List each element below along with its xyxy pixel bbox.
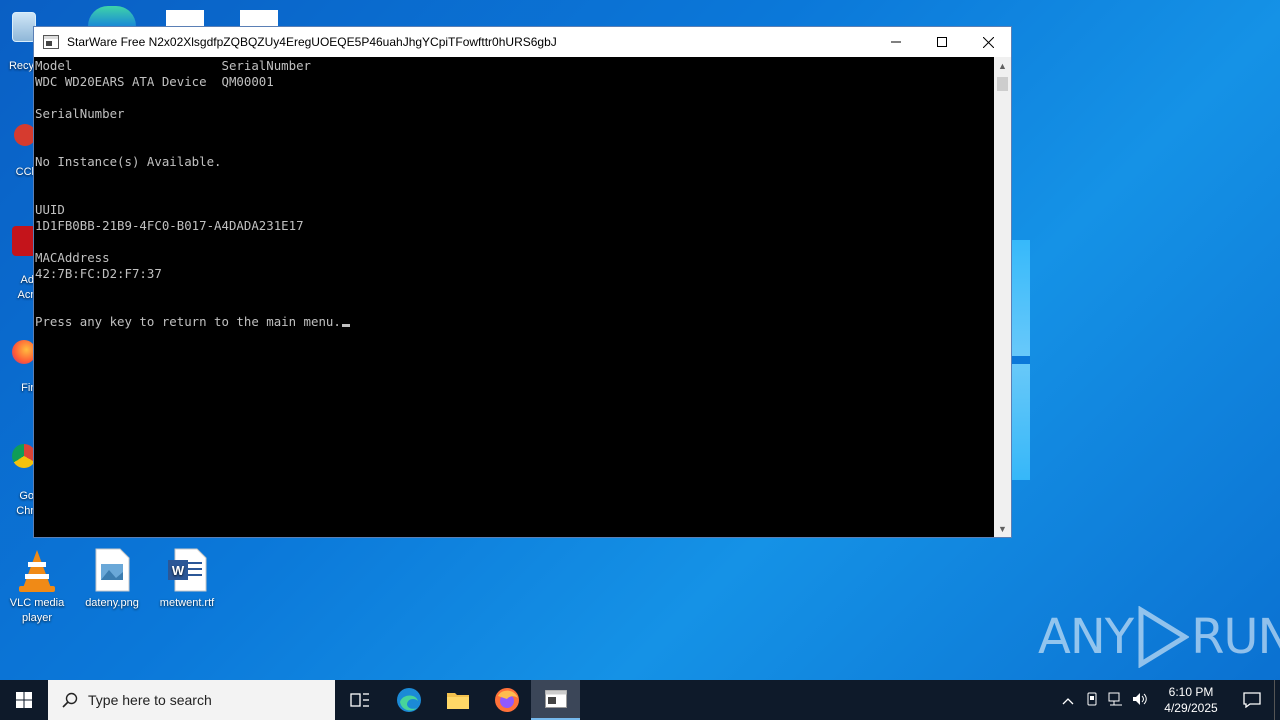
taskbar-edge-button[interactable]: [384, 680, 433, 720]
window-titlebar[interactable]: StarWare Free N2x02XlsgdfpZQBQZUy4EregUO…: [34, 27, 1011, 57]
search-placeholder: Type here to search: [88, 692, 212, 708]
notification-icon: [1243, 692, 1261, 708]
close-icon: [982, 36, 994, 48]
maximize-icon: [937, 37, 947, 47]
desktop-icon-label: VLC media player: [9, 597, 65, 624]
console-line: SerialNumber: [35, 106, 125, 121]
task-view-icon: [349, 693, 369, 707]
console-window[interactable]: StarWare Free N2x02XlsgdfpZQBQZUy4EregUO…: [33, 26, 1012, 538]
text-cursor: [341, 324, 350, 327]
network-icon[interactable]: [1104, 692, 1128, 709]
desktop-icon-label: Acr: [17, 289, 35, 301]
vlc-cone-icon: [15, 548, 59, 592]
system-tray: 6:10 PM 4/29/2025: [1056, 680, 1280, 720]
device-icon[interactable]: [1080, 692, 1104, 709]
scroll-down-arrow-icon[interactable]: ▼: [994, 520, 1011, 537]
console-window-icon: [544, 690, 567, 708]
vertical-scrollbar[interactable]: ▲ ▼: [994, 57, 1011, 537]
windows-logo-icon: [16, 692, 32, 708]
desktop-icon-document-partial[interactable]: [166, 10, 204, 26]
desktop-icon-metwent-rtf[interactable]: W metwent.rtf: [150, 548, 224, 611]
minimize-icon: [891, 41, 901, 43]
desktop-icon-label: CCl: [15, 166, 34, 178]
task-view-button[interactable]: [335, 680, 384, 720]
svg-text:W: W: [172, 563, 185, 578]
volume-icon[interactable]: [1128, 692, 1152, 709]
desktop-icon-edge-partial[interactable]: [88, 6, 136, 26]
start-button[interactable]: [0, 680, 48, 720]
console-output[interactable]: Model SerialNumber WDC WD20EARS ATA Devic…: [34, 57, 994, 537]
console-line: UUID: [35, 202, 65, 217]
console-line: 42:7B:FC:D2:F7:37: [35, 266, 162, 281]
desktop-icon-label: Go: [19, 490, 34, 502]
image-file-icon: [90, 548, 134, 592]
taskbar-search-box[interactable]: Type here to search: [48, 680, 335, 720]
scrollbar-thumb[interactable]: [997, 77, 1008, 91]
desktop-icon-label: Ad: [20, 274, 34, 286]
desktop-icon-ccleaner[interactable]: CCl: [0, 120, 36, 186]
minimize-button[interactable]: [873, 27, 919, 57]
console-line: No Instance(s) Available.: [35, 154, 222, 169]
wallpaper-gap: [1012, 356, 1030, 364]
desktop-icon-document-partial[interactable]: [240, 10, 278, 26]
watermark-text-left: ANY: [1038, 609, 1134, 665]
window-title: StarWare Free N2x02XlsgdfpZQBQZUy4EregUO…: [67, 35, 557, 49]
taskbar-console-button[interactable]: [531, 680, 580, 720]
desktop-icon-label: Recy: [8, 60, 34, 72]
console-line: Model SerialNumber: [35, 58, 312, 73]
watermark-text-right: RUN: [1191, 609, 1280, 665]
scroll-up-arrow-icon[interactable]: ▲: [994, 57, 1011, 74]
desktop-icon-label: Fir: [21, 382, 34, 394]
taskbar: Type here to search 6:10 PM 4/29/2025: [0, 680, 1280, 720]
desktop-icon-label: Chr: [16, 505, 34, 517]
close-button[interactable]: [965, 27, 1011, 57]
anyrun-watermark: ANY RUN: [1038, 606, 1280, 668]
taskbar-file-explorer-button[interactable]: [433, 680, 482, 720]
desktop-icon-firefox[interactable]: Fir: [0, 336, 36, 402]
desktop-icon-acrobat[interactable]: Ad Acr: [0, 222, 36, 306]
show-desktop-button[interactable]: [1274, 680, 1280, 720]
taskbar-firefox-button[interactable]: [482, 680, 531, 720]
firefox-icon: [494, 688, 519, 712]
console-app-icon: [43, 35, 59, 49]
play-triangle-icon: [1138, 606, 1190, 668]
maximize-button[interactable]: [919, 27, 965, 57]
desktop-icon-vlc[interactable]: VLC media player: [0, 548, 74, 626]
show-hidden-icons-chevron-icon[interactable]: [1056, 693, 1080, 708]
desktop-icon-chrome[interactable]: Go Chr: [0, 440, 36, 524]
console-line: Press any key to return to the main menu…: [35, 314, 994, 330]
clock-time: 6:10 PM: [1168, 685, 1214, 699]
desktop-icon-dateny-png[interactable]: dateny.png: [75, 548, 149, 611]
console-line: 1D1FB0BB-21B9-4FC0-B017-A4DADA231E17: [35, 218, 304, 233]
edge-icon: [396, 688, 421, 712]
action-center-button[interactable]: [1230, 692, 1274, 708]
folder-icon: [446, 693, 469, 709]
word-document-icon: W: [165, 548, 209, 592]
search-icon: [62, 692, 78, 708]
desktop-icon-label: dateny.png: [85, 597, 139, 609]
taskbar-clock[interactable]: 6:10 PM 4/29/2025: [1152, 684, 1230, 716]
clock-date: 4/29/2025: [1164, 701, 1218, 715]
console-line: WDC WD20EARS ATA Device QM00001: [35, 74, 274, 89]
desktop-icon-recycle-bin[interactable]: Recy: [0, 8, 36, 78]
console-line: MACAddress: [35, 250, 110, 265]
desktop-icon-label: metwent.rtf: [159, 597, 215, 609]
